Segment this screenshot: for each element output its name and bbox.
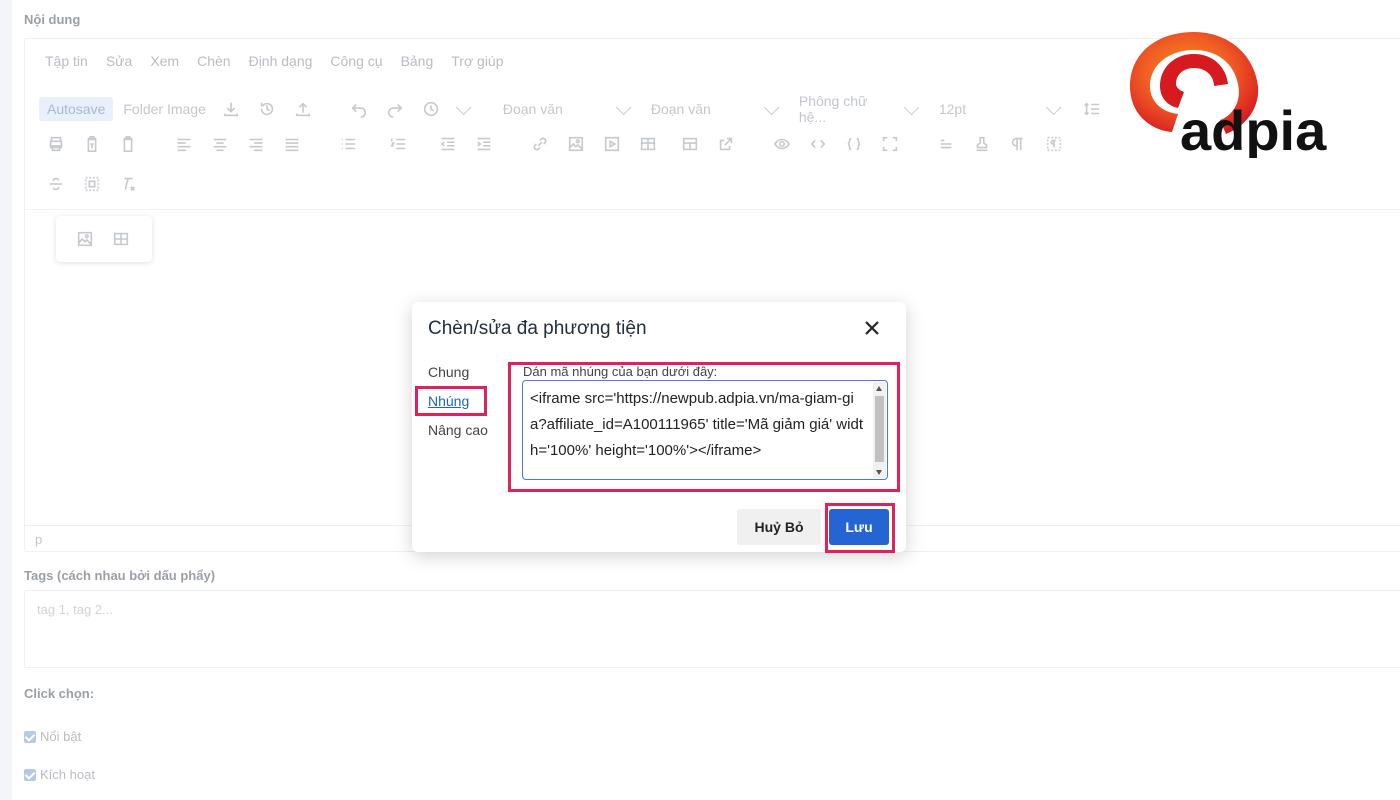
adpia-logo: adpia xyxy=(1130,32,1327,158)
media-icon[interactable] xyxy=(601,133,623,155)
undo-icon[interactable] xyxy=(348,98,370,120)
block-format-2-value: Đoạn văn xyxy=(650,101,711,117)
menu-table[interactable]: Bảng xyxy=(401,53,434,73)
menu-insert[interactable]: Chèn xyxy=(197,53,230,73)
align-center-icon[interactable] xyxy=(209,133,231,155)
editor-menubar: Tập tin Sửa Xem Chèn Định dạng Công cụ B… xyxy=(45,53,504,73)
insert-media-dialog: Chèn/sửa đa phương tiện Chung Nhúng Nâng… xyxy=(412,302,906,553)
autosave-button[interactable]: Autosave xyxy=(39,97,114,121)
paragraph-icon[interactable] xyxy=(1007,133,1029,155)
outdent-icon[interactable] xyxy=(437,133,459,155)
chevron-down-icon xyxy=(615,99,632,115)
close-button[interactable] xyxy=(860,316,884,340)
strikethrough-icon[interactable] xyxy=(45,173,67,195)
table-icon[interactable] xyxy=(637,133,659,155)
click-choose-label: Click chọn: xyxy=(24,686,95,701)
tags-placeholder: tag 1, tag 2... xyxy=(37,602,113,617)
toolbar-row-2 xyxy=(45,133,1079,155)
font-family-select[interactable]: Phông chữ hệ... xyxy=(798,93,920,125)
indent-icon[interactable] xyxy=(473,133,495,155)
print-icon[interactable] xyxy=(45,133,67,155)
tags-label: Tags (cách nhau bởi dấu phẩy) xyxy=(24,568,216,583)
stamp-icon[interactable] xyxy=(971,133,993,155)
menu-format[interactable]: Định dạng xyxy=(249,53,313,73)
code-sample-icon[interactable] xyxy=(843,133,865,155)
menu-view[interactable]: Xem xyxy=(150,53,179,73)
fullscreen-icon[interactable] xyxy=(879,133,901,155)
history-icon[interactable] xyxy=(256,98,278,120)
save-button-highlight xyxy=(825,503,895,553)
link-icon[interactable] xyxy=(529,133,551,155)
block-format-1-value: Đoạn văn xyxy=(502,101,563,117)
template-icon[interactable] xyxy=(679,133,701,155)
chevron-down-icon xyxy=(904,99,920,115)
redo-icon[interactable] xyxy=(384,98,406,120)
toolbar-row-3 xyxy=(45,173,153,195)
content-section-label: Nội dung xyxy=(24,12,81,27)
menu-tools[interactable]: Công cụ xyxy=(330,53,382,73)
preview-eye-icon[interactable] xyxy=(771,133,793,155)
element-path[interactable]: p xyxy=(35,532,42,547)
logo-text: adpia xyxy=(1180,99,1327,158)
upload-icon[interactable] xyxy=(292,98,314,120)
chevron-down-icon xyxy=(1045,99,1062,115)
quick-insert-toolbar xyxy=(56,216,152,262)
embed-code-highlight xyxy=(508,362,900,492)
left-sidebar-strip xyxy=(0,0,12,800)
checkbox-active-box[interactable] xyxy=(24,768,36,781)
block-format-select-2[interactable]: Đoạn văn xyxy=(650,99,780,117)
align-right-icon[interactable] xyxy=(245,133,267,155)
download-icon[interactable] xyxy=(220,98,242,120)
menu-help[interactable]: Trợ giúp xyxy=(451,53,503,73)
dialog-title: Chèn/sửa đa phương tiện xyxy=(428,318,647,339)
align-justify-icon[interactable] xyxy=(281,133,303,155)
checkbox-active-label: Kích hoạt xyxy=(40,767,95,782)
block-format-select-1[interactable]: Đoạn văn xyxy=(502,99,632,117)
close-icon xyxy=(865,321,879,335)
tab-advanced[interactable]: Nâng cao xyxy=(428,422,488,438)
chevron-down-icon xyxy=(455,99,472,115)
bullet-list-icon[interactable] xyxy=(337,133,359,155)
menu-edit[interactable]: Sửa xyxy=(106,53,133,73)
toolbar-row-1: Autosave Folder Image Đoạn văn Đoạn văn … xyxy=(39,93,1117,125)
datetime-dropdown[interactable] xyxy=(446,99,472,115)
menu-file[interactable]: Tập tin xyxy=(45,53,88,73)
numbered-list-icon[interactable] xyxy=(387,133,409,155)
select-all-icon[interactable] xyxy=(81,173,103,195)
editor-toolbar-divider xyxy=(25,209,1400,210)
folder-image-button[interactable]: Folder Image xyxy=(123,101,205,117)
quick-table-icon[interactable] xyxy=(110,228,132,250)
code-icon[interactable] xyxy=(807,133,829,155)
font-family-value: Phông chữ hệ... xyxy=(798,93,868,125)
line-height-icon[interactable] xyxy=(1081,98,1103,120)
tags-input[interactable]: tag 1, tag 2... xyxy=(24,590,1400,668)
checkbox-active[interactable]: Kích hoạt xyxy=(24,767,95,782)
paste-icon[interactable] xyxy=(117,133,139,155)
align-left-icon[interactable] xyxy=(173,133,195,155)
tab-general[interactable]: Chung xyxy=(428,364,469,380)
chevron-down-icon xyxy=(763,99,780,115)
page: Nội dung Tập tin Sửa Xem Chèn Định dạng … xyxy=(0,0,1400,800)
font-size-select[interactable]: 12pt xyxy=(938,99,1062,117)
show-blocks-icon[interactable] xyxy=(1043,133,1065,155)
font-size-value: 12pt xyxy=(938,101,967,117)
quick-image-icon[interactable] xyxy=(74,228,96,250)
cancel-button[interactable]: Huỷ Bỏ xyxy=(737,509,821,545)
paste-text-icon[interactable] xyxy=(81,133,103,155)
clock-icon[interactable] xyxy=(420,98,442,120)
checkbox-featured-label: Nổi bật xyxy=(40,729,82,744)
external-link-icon[interactable] xyxy=(715,133,737,155)
checkbox-featured-box[interactable] xyxy=(24,730,36,743)
clear-format-icon[interactable] xyxy=(117,173,139,195)
embed-tab-highlight xyxy=(415,386,487,416)
checkbox-featured[interactable]: Nổi bật xyxy=(24,729,81,744)
word-count-icon[interactable] xyxy=(935,133,957,155)
image-icon[interactable] xyxy=(565,133,587,155)
